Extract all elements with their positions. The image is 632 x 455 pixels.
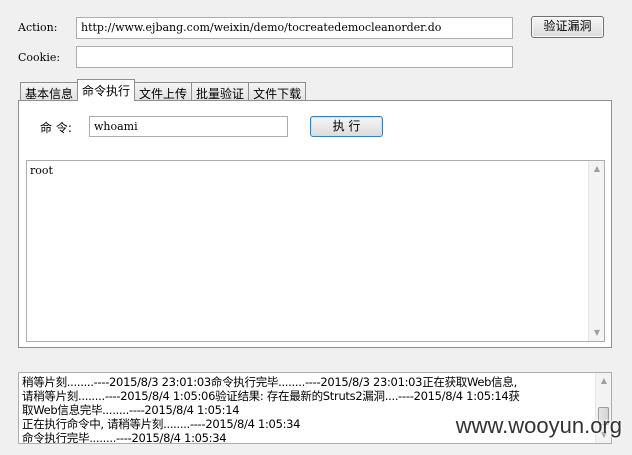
scroll-down-icon[interactable]: ▼ [589, 325, 605, 341]
verify-vulnerability-button[interactable]: 验证漏洞 [531, 16, 604, 38]
log-line: 请稍等片刻........----2015/8/4 1:05:06验证结果: 存… [22, 389, 520, 403]
tab-bar: 基本信息 命令执行 文件上传 批量验证 文件下载 [20, 79, 307, 101]
tab-file-upload[interactable]: 文件上传 [134, 82, 193, 101]
command-input[interactable]: whoami [89, 116, 288, 137]
output-scrollbar[interactable]: ▲ ▼ [588, 161, 604, 341]
watermark: www.wooyun.org [455, 413, 622, 438]
log-line: 稍等片刻........----2015/8/3 23:01:03命令执行完毕.… [22, 375, 517, 389]
tab-command-exec[interactable]: 命令执行 [77, 79, 136, 101]
cookie-label: Cookie: [18, 51, 61, 64]
tab-file-download[interactable]: 文件下载 [248, 82, 307, 101]
command-output[interactable]: root ▲ ▼ [26, 160, 605, 342]
command-label: 命 令: [40, 121, 72, 135]
scroll-up-icon[interactable]: ▲ [596, 373, 611, 389]
tab-basic-info[interactable]: 基本信息 [20, 82, 79, 101]
action-input[interactable]: http://www.ejbang.com/weixin/demo/tocrea… [76, 17, 513, 39]
action-label: Action: [18, 21, 58, 34]
tab-batch-verify[interactable]: 批量验证 [191, 82, 250, 101]
command-output-text: root [30, 164, 53, 177]
cookie-input[interactable] [76, 46, 513, 68]
scroll-up-icon[interactable]: ▲ [589, 161, 605, 177]
execute-button[interactable]: 执 行 [310, 116, 383, 137]
